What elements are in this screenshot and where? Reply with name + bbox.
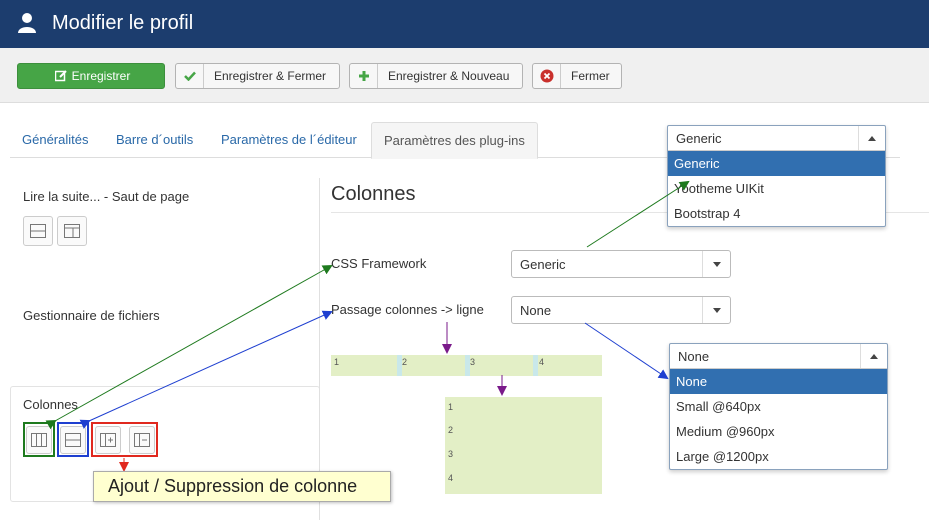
passage-dropdown-selected: None <box>678 349 710 364</box>
columns-preview: 1 2 3 4 <box>331 355 602 376</box>
page-break-icon <box>30 224 46 238</box>
framework-option-bootstrap[interactable]: Bootstrap 4 <box>668 201 885 226</box>
tab-plugin-settings[interactable]: Paramètres des plug-ins <box>371 122 538 159</box>
close-button[interactable]: Fermer <box>532 63 622 89</box>
chevron-down-icon <box>702 297 730 323</box>
framework-option-uikit[interactable]: Yootheme UIKit <box>668 176 885 201</box>
remove-column-icon <box>134 433 150 447</box>
add-column-icon <box>100 433 116 447</box>
passage-value: None <box>520 302 552 318</box>
passage-option-small[interactable]: Small @640px <box>670 394 887 419</box>
columns-button[interactable] <box>26 426 52 454</box>
framework-dropdown-selected: Generic <box>676 131 722 146</box>
edit-icon <box>52 64 70 88</box>
preview-cell: 3 <box>470 357 476 367</box>
columns-label: Colonnes <box>23 397 78 412</box>
tab-toolbar[interactable]: Barre d´outils <box>104 122 205 158</box>
passage-dropdown[interactable]: None None Small @640px Medium @960px Lar… <box>669 343 888 470</box>
passage-option-large[interactable]: Large @1200px <box>670 444 887 469</box>
section-title: Colonnes <box>331 183 416 205</box>
plus-icon <box>350 64 378 88</box>
framework-option-generic[interactable]: Generic <box>668 151 885 176</box>
passage-label: Passage colonnes -> ligne <box>331 302 484 317</box>
chevron-down-icon <box>702 251 730 277</box>
add-column-button[interactable] <box>95 426 121 454</box>
passage-option-none[interactable]: None <box>670 369 887 394</box>
rows-icon <box>65 433 81 447</box>
save-new-button[interactable]: Enregistrer & Nouveau <box>349 63 523 89</box>
page-title: Modifier le profil <box>52 12 194 34</box>
close-label: Fermer <box>571 69 610 83</box>
filemanager-label: Gestionnaire de fichiers <box>23 308 160 323</box>
columns-icon <box>31 433 47 447</box>
css-framework-select[interactable]: Generic <box>511 250 731 278</box>
save-close-label: Enregistrer & Fermer <box>214 69 327 83</box>
preview-cell: 1 <box>334 357 340 367</box>
page-break-button[interactable] <box>23 216 53 246</box>
preview-cell: 4 <box>539 357 545 367</box>
readmore-button[interactable] <box>57 216 87 246</box>
save-button-label: Enregistrer <box>71 69 131 83</box>
readmore-icon <box>64 224 80 238</box>
preview-row: 3 <box>448 449 454 459</box>
remove-column-button[interactable] <box>129 426 155 454</box>
passage-select[interactable]: None <box>511 296 731 324</box>
framework-dropdown-head[interactable]: Generic <box>668 126 885 151</box>
css-framework-label: CSS Framework <box>331 256 427 271</box>
column-divider <box>319 178 320 520</box>
toolbar: Enregistrer Enregistrer & Fermer Enregis… <box>0 48 929 103</box>
css-framework-value: Generic <box>520 256 566 272</box>
readmore-label: Lire la suite... - Saut de page <box>23 189 190 204</box>
close-icon <box>533 64 561 88</box>
save-button[interactable]: Enregistrer <box>17 63 165 89</box>
preview-cell: 2 <box>402 357 408 367</box>
check-icon <box>176 64 204 88</box>
preview-row: 4 <box>448 473 454 483</box>
chevron-up-icon <box>860 344 887 368</box>
save-close-button[interactable]: Enregistrer & Fermer <box>175 63 340 89</box>
user-icon <box>18 13 36 33</box>
rows-preview: 1 2 3 4 <box>445 397 602 494</box>
passage-dropdown-head[interactable]: None <box>670 344 887 369</box>
preview-row: 2 <box>448 425 454 435</box>
tab-editor-settings[interactable]: Paramètres de l´éditeur <box>209 122 369 158</box>
framework-dropdown[interactable]: Generic Generic Yootheme UIKit Bootstrap… <box>667 125 886 227</box>
tooltip: Ajout / Suppression de colonne <box>93 471 391 502</box>
passage-option-medium[interactable]: Medium @960px <box>670 419 887 444</box>
tab-general[interactable]: Généralités <box>10 122 100 158</box>
page-header: Modifier le profil <box>0 0 929 48</box>
preview-row: 1 <box>448 402 454 412</box>
chevron-up-icon <box>858 126 885 150</box>
rows-button[interactable] <box>60 426 86 454</box>
save-new-label: Enregistrer & Nouveau <box>388 69 510 83</box>
